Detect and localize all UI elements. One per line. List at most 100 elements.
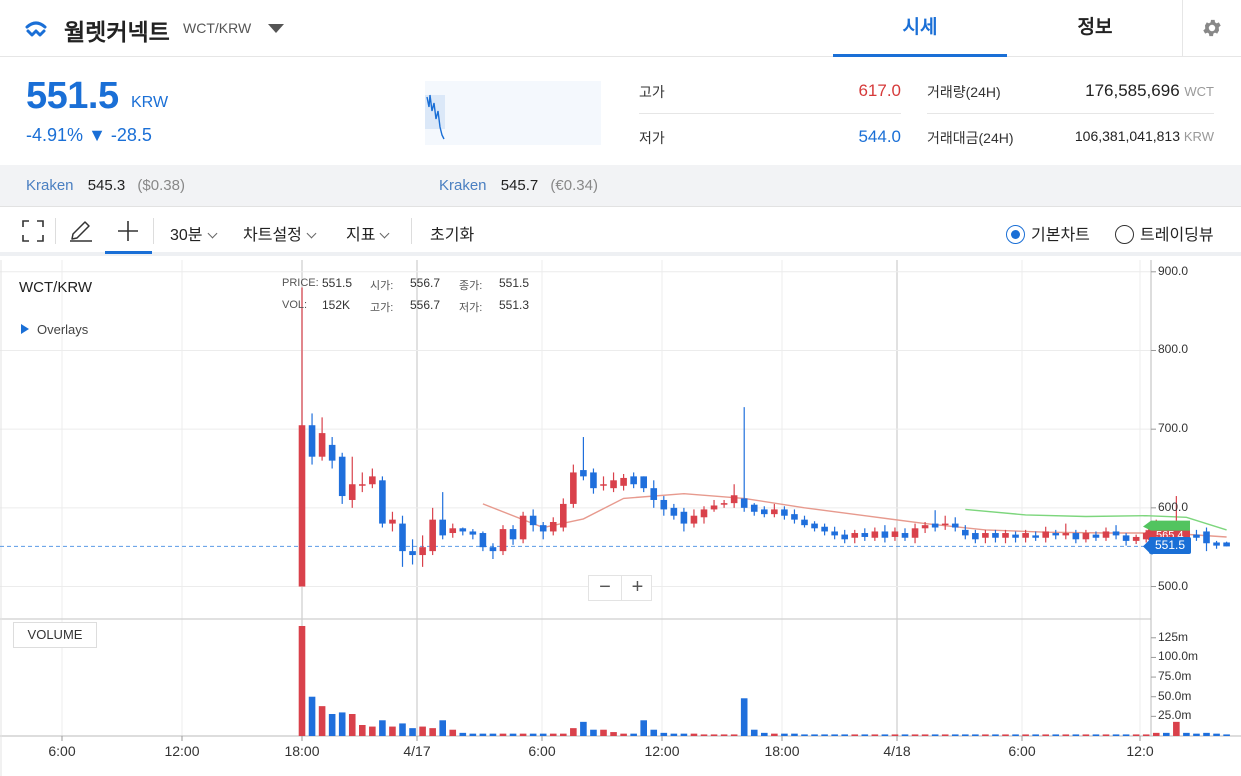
- radio-tradingview[interactable]: 트레이딩뷰: [1115, 221, 1214, 245]
- candle-body: [891, 531, 899, 537]
- pencil-icon[interactable]: [69, 220, 93, 242]
- chart-settings-menu[interactable]: 차트설정: [243, 221, 317, 245]
- volume-24h-label: 거래량(24H): [927, 84, 1001, 100]
- gear-icon: [1203, 19, 1221, 37]
- volume-tick-label: 75.0m: [1158, 669, 1192, 684]
- crosshair-icon[interactable]: [117, 220, 139, 242]
- chevron-down-icon: [306, 228, 317, 239]
- volume-bar: [951, 734, 959, 736]
- zoom-out-button[interactable]: −: [589, 576, 621, 600]
- x-tick-label: 12:0: [1126, 743, 1154, 759]
- candle-body: [449, 528, 457, 534]
- settings-button[interactable]: [1182, 0, 1241, 57]
- volume-bar: [1193, 733, 1200, 736]
- candle-body: [419, 547, 426, 556]
- candle-body: [580, 470, 587, 477]
- volume-bar: [1132, 734, 1140, 736]
- overlays-toggle[interactable]: Overlays: [21, 322, 88, 337]
- coin-pair: WCT/KRW: [183, 20, 252, 36]
- candle-body: [861, 533, 869, 537]
- price-chart[interactable]: 565.4 WCT/KRW Overlays PRICE: 551.5 시가: …: [0, 260, 1241, 776]
- volume-bar: [1102, 734, 1110, 736]
- volume-bar: [369, 726, 376, 736]
- volume-bar: [821, 734, 828, 736]
- exchange-name[interactable]: Kraken: [439, 177, 487, 194]
- amount-24h-label: 거래대금(24H): [927, 130, 1014, 146]
- tab-market[interactable]: 시세: [833, 0, 1007, 57]
- volume-bar: [1082, 734, 1090, 736]
- ohlc-high-label: 고가:: [370, 302, 394, 314]
- exchange-usd: Kraken 545.3 ($0.38): [26, 177, 185, 194]
- volume-bar: [992, 734, 999, 736]
- candle-body: [439, 519, 446, 536]
- candle-body: [750, 504, 758, 512]
- chart-toolbar: 30분 차트설정 지표 초기화 기본차트 트레이딩뷰: [0, 208, 1241, 256]
- candle-body: [499, 529, 507, 552]
- x-tick-label: 4/17: [403, 743, 431, 759]
- volume-bar: [771, 733, 778, 736]
- candle-body: [570, 472, 577, 504]
- volume-bar: [791, 733, 798, 736]
- volume-bar: [761, 732, 768, 736]
- candle-body: [962, 529, 969, 536]
- high-label: 고가: [639, 84, 665, 100]
- volume-bar: [650, 729, 658, 736]
- volume-bar: [811, 734, 818, 736]
- tab-info[interactable]: 정보: [1008, 0, 1182, 57]
- candle-body: [379, 480, 386, 524]
- volume-bar: [801, 734, 808, 736]
- candle-body: [1132, 536, 1140, 541]
- candle-body: [338, 456, 346, 497]
- candle-body: [1032, 535, 1039, 538]
- candle-body: [459, 528, 467, 532]
- candle-body: [791, 514, 798, 520]
- volume-bar: [348, 714, 356, 736]
- candle-body: [318, 433, 326, 457]
- volume-bar: [901, 734, 909, 736]
- volume-bar: [700, 734, 708, 736]
- candle-body: [509, 529, 517, 540]
- volume-bar: [560, 733, 567, 736]
- volume-bar: [1062, 734, 1070, 736]
- volume-bar: [610, 732, 617, 736]
- interval-select[interactable]: 30분: [170, 221, 217, 245]
- candle-body: [761, 509, 768, 515]
- volume-bar: [911, 734, 919, 736]
- candle-body: [409, 551, 416, 556]
- volume-bar: [539, 733, 547, 736]
- volume-bar: [921, 734, 929, 736]
- candle-body: [1072, 533, 1080, 540]
- candle-body: [469, 531, 477, 535]
- y-tick-label: 800.0: [1158, 342, 1189, 357]
- reset-button[interactable]: 초기화: [430, 221, 474, 245]
- candle-body: [680, 511, 688, 524]
- candle-body: [1022, 533, 1029, 538]
- sparkline-svg: [425, 94, 445, 140]
- fullscreen-icon[interactable]: [22, 220, 44, 242]
- candle-body: [489, 547, 497, 552]
- zoom-in-button[interactable]: +: [621, 576, 653, 600]
- candle-body: [620, 477, 627, 486]
- candle-body: [1193, 534, 1200, 538]
- price-summary: 551.5 KRW -4.91% ▼ -28.5 고가 617.0 저가 544…: [0, 57, 1241, 165]
- volume-bar: [459, 732, 467, 736]
- chart-canvas[interactable]: 565.4: [0, 260, 1241, 776]
- volume-bar: [1213, 733, 1220, 736]
- volume-24h-value: 176,585,696: [1085, 81, 1180, 100]
- volume-bar: [851, 734, 859, 736]
- low-value: 544.0: [858, 127, 901, 146]
- candle-body: [519, 515, 527, 540]
- candle-body: [851, 533, 859, 538]
- x-tick-label: 12:00: [164, 743, 200, 759]
- coin-select-caret-icon[interactable]: [268, 24, 284, 33]
- volume-bar: [720, 734, 728, 736]
- volume-bar: [1223, 734, 1230, 736]
- radio-basic-chart[interactable]: 기본차트: [1006, 221, 1090, 245]
- candle-body: [1203, 531, 1210, 544]
- volume-bar: [1012, 734, 1019, 736]
- indicators-menu[interactable]: 지표: [346, 221, 390, 245]
- exchange-name[interactable]: Kraken: [26, 177, 74, 194]
- volume-bar: [982, 734, 989, 736]
- high-value: 617.0: [858, 81, 901, 100]
- x-tick-label: 18:00: [284, 743, 320, 759]
